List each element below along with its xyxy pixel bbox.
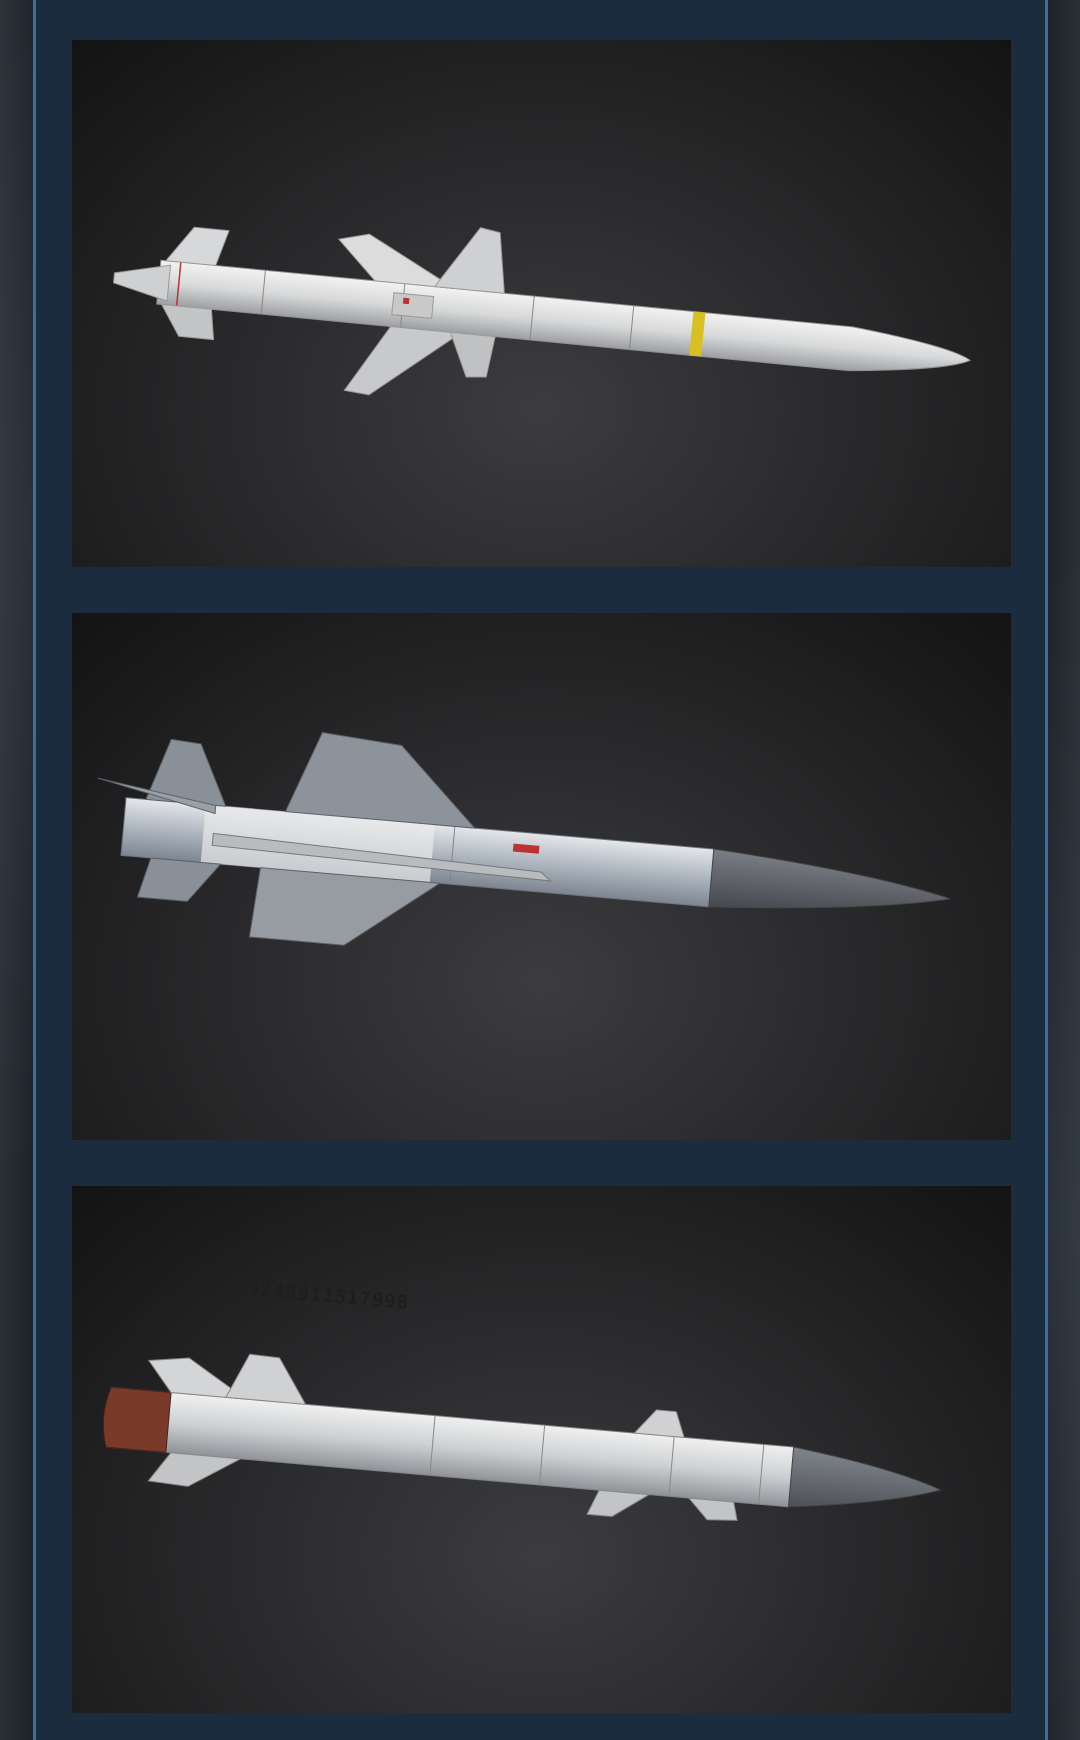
missile-render-3 bbox=[102, 1353, 942, 1521]
gallery-image-3[interactable]: 3248911517998 bbox=[72, 1186, 1011, 1713]
missile-render-1 bbox=[113, 226, 972, 396]
missile-render-2 bbox=[97, 731, 951, 946]
gallery-image-2[interactable] bbox=[72, 613, 1011, 1140]
gallery-image-1[interactable] bbox=[72, 40, 1011, 567]
